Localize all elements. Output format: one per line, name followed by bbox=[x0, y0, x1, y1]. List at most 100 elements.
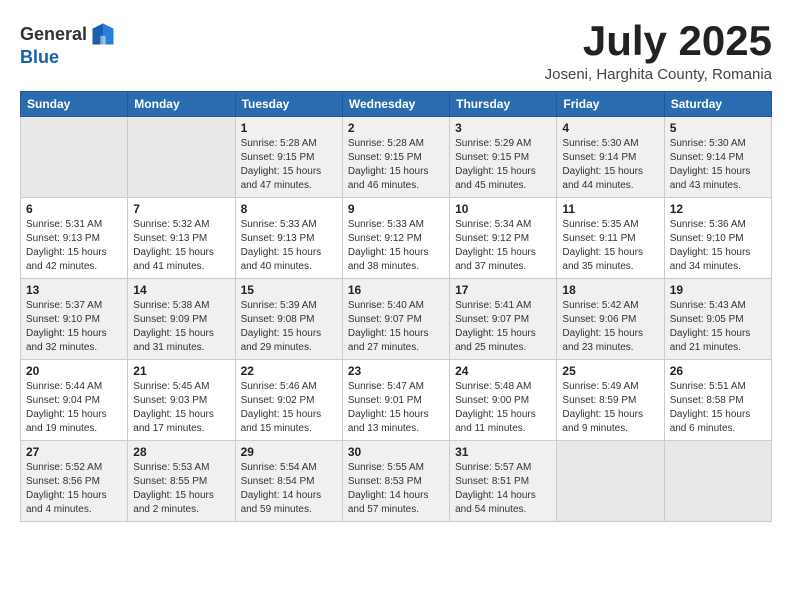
calendar-header-row: Sunday Monday Tuesday Wednesday Thursday… bbox=[21, 92, 772, 117]
logo-general: General bbox=[20, 25, 87, 45]
day-number: 30 bbox=[348, 445, 444, 459]
day-detail: Sunrise: 5:28 AMSunset: 9:15 PMDaylight:… bbox=[241, 137, 337, 193]
table-row: 17 Sunrise: 5:41 AMSunset: 9:07 PMDayligh… bbox=[450, 279, 557, 360]
day-number: 29 bbox=[241, 445, 337, 459]
location-title: Joseni, Harghita County, Romania bbox=[545, 66, 772, 83]
day-number: 11 bbox=[562, 202, 658, 216]
table-row: 25Sunrise: 5:49 AMSunset: 8:59 PMDayligh… bbox=[557, 360, 664, 441]
day-detail: Sunrise: 5:48 AMSunset: 9:00 PMDaylight:… bbox=[455, 380, 551, 436]
day-detail: Sunrise: 5:44 AMSunset: 9:04 PMDaylight:… bbox=[26, 380, 122, 436]
page: General Blue July 2025 Joseni, Harghita … bbox=[0, 0, 792, 612]
day-number: 23 bbox=[348, 364, 444, 378]
day-number: 7 bbox=[133, 202, 229, 216]
col-saturday: Saturday bbox=[664, 92, 771, 117]
day-number: 22 bbox=[241, 364, 337, 378]
table-row: 31 Sunrise: 5:57 AMSunset: 8:51 PMDayligh… bbox=[450, 441, 557, 522]
day-detail: Sunrise: 5:43 AMSunset: 9:05 PMDaylight:… bbox=[670, 299, 766, 355]
table-row: 3 Sunrise: 5:29 AMSunset: 9:15 PMDaylight… bbox=[450, 117, 557, 198]
table-row: 22 Sunrise: 5:46 AMSunset: 9:02 PMDayligh… bbox=[235, 360, 342, 441]
day-detail: Sunrise: 5:33 AMSunset: 9:13 PMDaylight:… bbox=[241, 218, 337, 274]
col-friday: Friday bbox=[557, 92, 664, 117]
day-detail: Sunrise: 5:57 AMSunset: 8:51 PMDaylight:… bbox=[455, 461, 551, 517]
table-row: 13 Sunrise: 5:37 AMSunset: 9:10 PMDayligh… bbox=[21, 279, 128, 360]
day-number: 17 bbox=[455, 283, 551, 297]
day-number: 3 bbox=[455, 121, 551, 135]
calendar-table: Sunday Monday Tuesday Wednesday Thursday… bbox=[20, 91, 772, 522]
col-tuesday: Tuesday bbox=[235, 92, 342, 117]
day-detail: Sunrise: 5:34 AMSunset: 9:12 PMDaylight:… bbox=[455, 218, 551, 274]
day-number: 24 bbox=[455, 364, 551, 378]
col-thursday: Thursday bbox=[450, 92, 557, 117]
day-detail: Sunrise: 5:33 AMSunset: 9:12 PMDaylight:… bbox=[348, 218, 444, 274]
table-row: 5 Sunrise: 5:30 AMSunset: 9:14 PMDaylight… bbox=[664, 117, 771, 198]
table-row: 19Sunrise: 5:43 AMSunset: 9:05 PMDayligh… bbox=[664, 279, 771, 360]
table-row: 16Sunrise: 5:40 AMSunset: 9:07 PMDayligh… bbox=[342, 279, 449, 360]
logo: General Blue bbox=[20, 22, 117, 68]
day-number: 6 bbox=[26, 202, 122, 216]
day-number: 18 bbox=[562, 283, 658, 297]
day-detail: Sunrise: 5:51 AMSunset: 8:58 PMDaylight:… bbox=[670, 380, 766, 436]
day-detail: Sunrise: 5:42 AMSunset: 9:06 PMDaylight:… bbox=[562, 299, 658, 355]
day-number: 10 bbox=[455, 202, 551, 216]
logo-icon bbox=[89, 20, 117, 48]
day-detail: Sunrise: 5:55 AMSunset: 8:53 PMDaylight:… bbox=[348, 461, 444, 517]
col-wednesday: Wednesday bbox=[342, 92, 449, 117]
day-detail: Sunrise: 5:38 AMSunset: 9:09 PMDaylight:… bbox=[133, 299, 229, 355]
table-row: 24 Sunrise: 5:48 AMSunset: 9:00 PMDayligh… bbox=[450, 360, 557, 441]
day-detail: Sunrise: 5:53 AMSunset: 8:55 PMDaylight:… bbox=[133, 461, 229, 517]
header: General Blue July 2025 Joseni, Harghita … bbox=[20, 18, 772, 83]
day-detail: Sunrise: 5:39 AMSunset: 9:08 PMDaylight:… bbox=[241, 299, 337, 355]
table-row: 2Sunrise: 5:28 AMSunset: 9:15 PMDaylight… bbox=[342, 117, 449, 198]
day-detail: Sunrise: 5:40 AMSunset: 9:07 PMDaylight:… bbox=[348, 299, 444, 355]
day-number: 1 bbox=[241, 121, 337, 135]
day-detail: Sunrise: 5:37 AMSunset: 9:10 PMDaylight:… bbox=[26, 299, 122, 355]
table-row: 6Sunrise: 5:31 AMSunset: 9:13 PMDaylight… bbox=[21, 198, 128, 279]
day-number: 20 bbox=[26, 364, 122, 378]
day-detail: Sunrise: 5:54 AMSunset: 8:54 PMDaylight:… bbox=[241, 461, 337, 517]
day-detail: Sunrise: 5:30 AMSunset: 9:14 PMDaylight:… bbox=[670, 137, 766, 193]
day-detail: Sunrise: 5:41 AMSunset: 9:07 PMDaylight:… bbox=[455, 299, 551, 355]
day-number: 13 bbox=[26, 283, 122, 297]
day-detail: Sunrise: 5:36 AMSunset: 9:10 PMDaylight:… bbox=[670, 218, 766, 274]
day-number: 4 bbox=[562, 121, 658, 135]
table-row bbox=[557, 441, 664, 522]
table-row: 15 Sunrise: 5:39 AMSunset: 9:08 PMDayligh… bbox=[235, 279, 342, 360]
calendar-week-row: 20 Sunrise: 5:44 AMSunset: 9:04 PMDayligh… bbox=[21, 360, 772, 441]
day-detail: Sunrise: 5:47 AMSunset: 9:01 PMDaylight:… bbox=[348, 380, 444, 436]
day-number: 5 bbox=[670, 121, 766, 135]
calendar-week-row: 13 Sunrise: 5:37 AMSunset: 9:10 PMDayligh… bbox=[21, 279, 772, 360]
table-row: 27 Sunrise: 5:52 AMSunset: 8:56 PMDayligh… bbox=[21, 441, 128, 522]
table-row bbox=[21, 117, 128, 198]
day-number: 28 bbox=[133, 445, 229, 459]
day-number: 8 bbox=[241, 202, 337, 216]
day-detail: Sunrise: 5:29 AMSunset: 9:15 PMDaylight:… bbox=[455, 137, 551, 193]
table-row bbox=[664, 441, 771, 522]
table-row: 21 Sunrise: 5:45 AMSunset: 9:03 PMDayligh… bbox=[128, 360, 235, 441]
title-area: July 2025 Joseni, Harghita County, Roman… bbox=[545, 18, 772, 83]
logo-blue: Blue bbox=[20, 47, 59, 67]
day-detail: Sunrise: 5:32 AMSunset: 9:13 PMDaylight:… bbox=[133, 218, 229, 274]
table-row: 11Sunrise: 5:35 AMSunset: 9:11 PMDayligh… bbox=[557, 198, 664, 279]
day-detail: Sunrise: 5:52 AMSunset: 8:56 PMDaylight:… bbox=[26, 461, 122, 517]
table-row: 30 Sunrise: 5:55 AMSunset: 8:53 PMDayligh… bbox=[342, 441, 449, 522]
table-row: 23 Sunrise: 5:47 AMSunset: 9:01 PMDayligh… bbox=[342, 360, 449, 441]
day-detail: Sunrise: 5:46 AMSunset: 9:02 PMDaylight:… bbox=[241, 380, 337, 436]
table-row bbox=[128, 117, 235, 198]
day-number: 27 bbox=[26, 445, 122, 459]
day-number: 25 bbox=[562, 364, 658, 378]
day-number: 15 bbox=[241, 283, 337, 297]
day-number: 31 bbox=[455, 445, 551, 459]
day-number: 14 bbox=[133, 283, 229, 297]
calendar-week-row: 6Sunrise: 5:31 AMSunset: 9:13 PMDaylight… bbox=[21, 198, 772, 279]
day-number: 21 bbox=[133, 364, 229, 378]
table-row: 18 Sunrise: 5:42 AMSunset: 9:06 PMDayligh… bbox=[557, 279, 664, 360]
table-row: 20 Sunrise: 5:44 AMSunset: 9:04 PMDayligh… bbox=[21, 360, 128, 441]
table-row: 8 Sunrise: 5:33 AMSunset: 9:13 PMDaylight… bbox=[235, 198, 342, 279]
table-row: 9 Sunrise: 5:33 AMSunset: 9:12 PMDaylight… bbox=[342, 198, 449, 279]
day-detail: Sunrise: 5:45 AMSunset: 9:03 PMDaylight:… bbox=[133, 380, 229, 436]
day-number: 12 bbox=[670, 202, 766, 216]
table-row: 29 Sunrise: 5:54 AMSunset: 8:54 PMDayligh… bbox=[235, 441, 342, 522]
day-detail: Sunrise: 5:28 AMSunset: 9:15 PMDaylight:… bbox=[348, 137, 444, 193]
calendar-week-row: 1 Sunrise: 5:28 AMSunset: 9:15 PMDaylight… bbox=[21, 117, 772, 198]
day-number: 9 bbox=[348, 202, 444, 216]
